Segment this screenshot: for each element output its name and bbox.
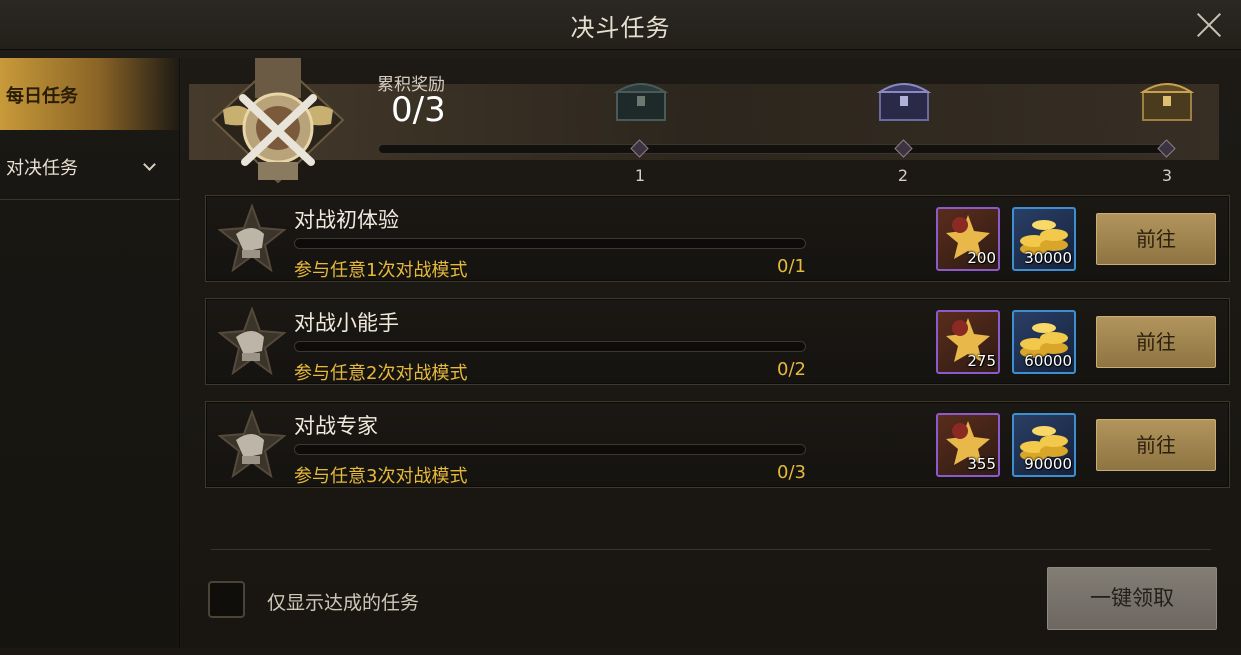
title-bar: 决斗任务 xyxy=(0,0,1241,50)
sidebar-item-duel-tasks[interactable]: 对决任务 xyxy=(0,130,180,200)
task-description: 参与任意2次对战模式 xyxy=(294,363,468,384)
task-title: 对战专家 xyxy=(294,414,378,438)
task-panel: 累积奖励 0/3 1 2 3 对战初体验 参与任意1次对战模式 0/1 200 … xyxy=(181,58,1241,648)
task-row: 对战专家 参与任意3次对战模式 0/3 355 90000 前往 xyxy=(205,401,1230,488)
go-button[interactable]: 前往 xyxy=(1096,316,1216,368)
reward-progress-bar xyxy=(378,144,1168,154)
divider xyxy=(211,549,1211,550)
show-completed-label: 仅显示达成的任务 xyxy=(267,592,420,614)
boxing-glove-icon xyxy=(218,410,286,479)
task-title: 对战初体验 xyxy=(294,208,399,232)
reward-quantity: 30000 xyxy=(1024,249,1072,267)
sidebar-item-label: 每日任务 xyxy=(6,86,78,107)
close-icon[interactable] xyxy=(1195,11,1223,39)
go-button[interactable]: 前往 xyxy=(1096,419,1216,471)
blue-chest-icon[interactable] xyxy=(876,76,932,124)
duel-task-window: 决斗任务 每日任务 对决任务 累积奖励 0/3 1 2 3 对战初体验 参与任意… xyxy=(0,0,1241,655)
claim-all-button[interactable]: 一键领取 xyxy=(1047,567,1217,630)
gold-chest-icon[interactable] xyxy=(1139,76,1195,124)
show-completed-checkbox[interactable] xyxy=(208,581,245,618)
task-progress-bar xyxy=(294,444,806,455)
task-progress-text: 0/3 xyxy=(777,462,806,483)
task-progress-bar xyxy=(294,238,806,249)
task-title: 对战小能手 xyxy=(294,311,399,335)
sidebar-item-daily-tasks[interactable]: 每日任务 xyxy=(0,58,180,130)
boxing-glove-icon xyxy=(218,307,286,376)
milestone-number: 2 xyxy=(897,166,909,185)
green-chest-icon[interactable] xyxy=(613,76,669,124)
sidebar-item-label: 对决任务 xyxy=(6,158,78,179)
task-progress-text: 0/1 xyxy=(777,256,806,277)
task-description: 参与任意3次对战模式 xyxy=(294,466,468,487)
reward-item-gold-coins[interactable]: 30000 xyxy=(1012,207,1076,271)
window-title: 决斗任务 xyxy=(570,14,671,42)
reward-item-gold-coins[interactable]: 60000 xyxy=(1012,310,1076,374)
reward-item-honor-badge[interactable]: 200 xyxy=(936,207,1000,271)
sidebar: 每日任务 对决任务 xyxy=(0,58,180,648)
reward-quantity: 275 xyxy=(967,352,996,370)
reward-item-honor-badge[interactable]: 275 xyxy=(936,310,1000,374)
task-row: 对战小能手 参与任意2次对战模式 0/2 275 60000 前往 xyxy=(205,298,1230,385)
boxing-glove-icon xyxy=(218,204,286,273)
milestone-number: 1 xyxy=(634,166,646,185)
task-row: 对战初体验 参与任意1次对战模式 0/1 200 30000 前往 xyxy=(205,195,1230,282)
reward-quantity: 60000 xyxy=(1024,352,1072,370)
reward-quantity: 200 xyxy=(967,249,996,267)
reward-item-gold-coins[interactable]: 90000 xyxy=(1012,413,1076,477)
reward-item-honor-badge[interactable]: 355 xyxy=(936,413,1000,477)
task-progress-bar xyxy=(294,341,806,352)
milestone-number: 3 xyxy=(1161,166,1173,185)
go-button[interactable]: 前往 xyxy=(1096,213,1216,265)
reward-quantity: 355 xyxy=(967,455,996,473)
crossed-swords-emblem-icon xyxy=(211,58,345,184)
task-description: 参与任意1次对战模式 xyxy=(294,260,468,281)
accumulated-reward-progress: 0/3 xyxy=(391,90,446,130)
chevron-down-icon xyxy=(143,158,156,171)
task-progress-text: 0/2 xyxy=(777,359,806,380)
reward-quantity: 90000 xyxy=(1024,455,1072,473)
